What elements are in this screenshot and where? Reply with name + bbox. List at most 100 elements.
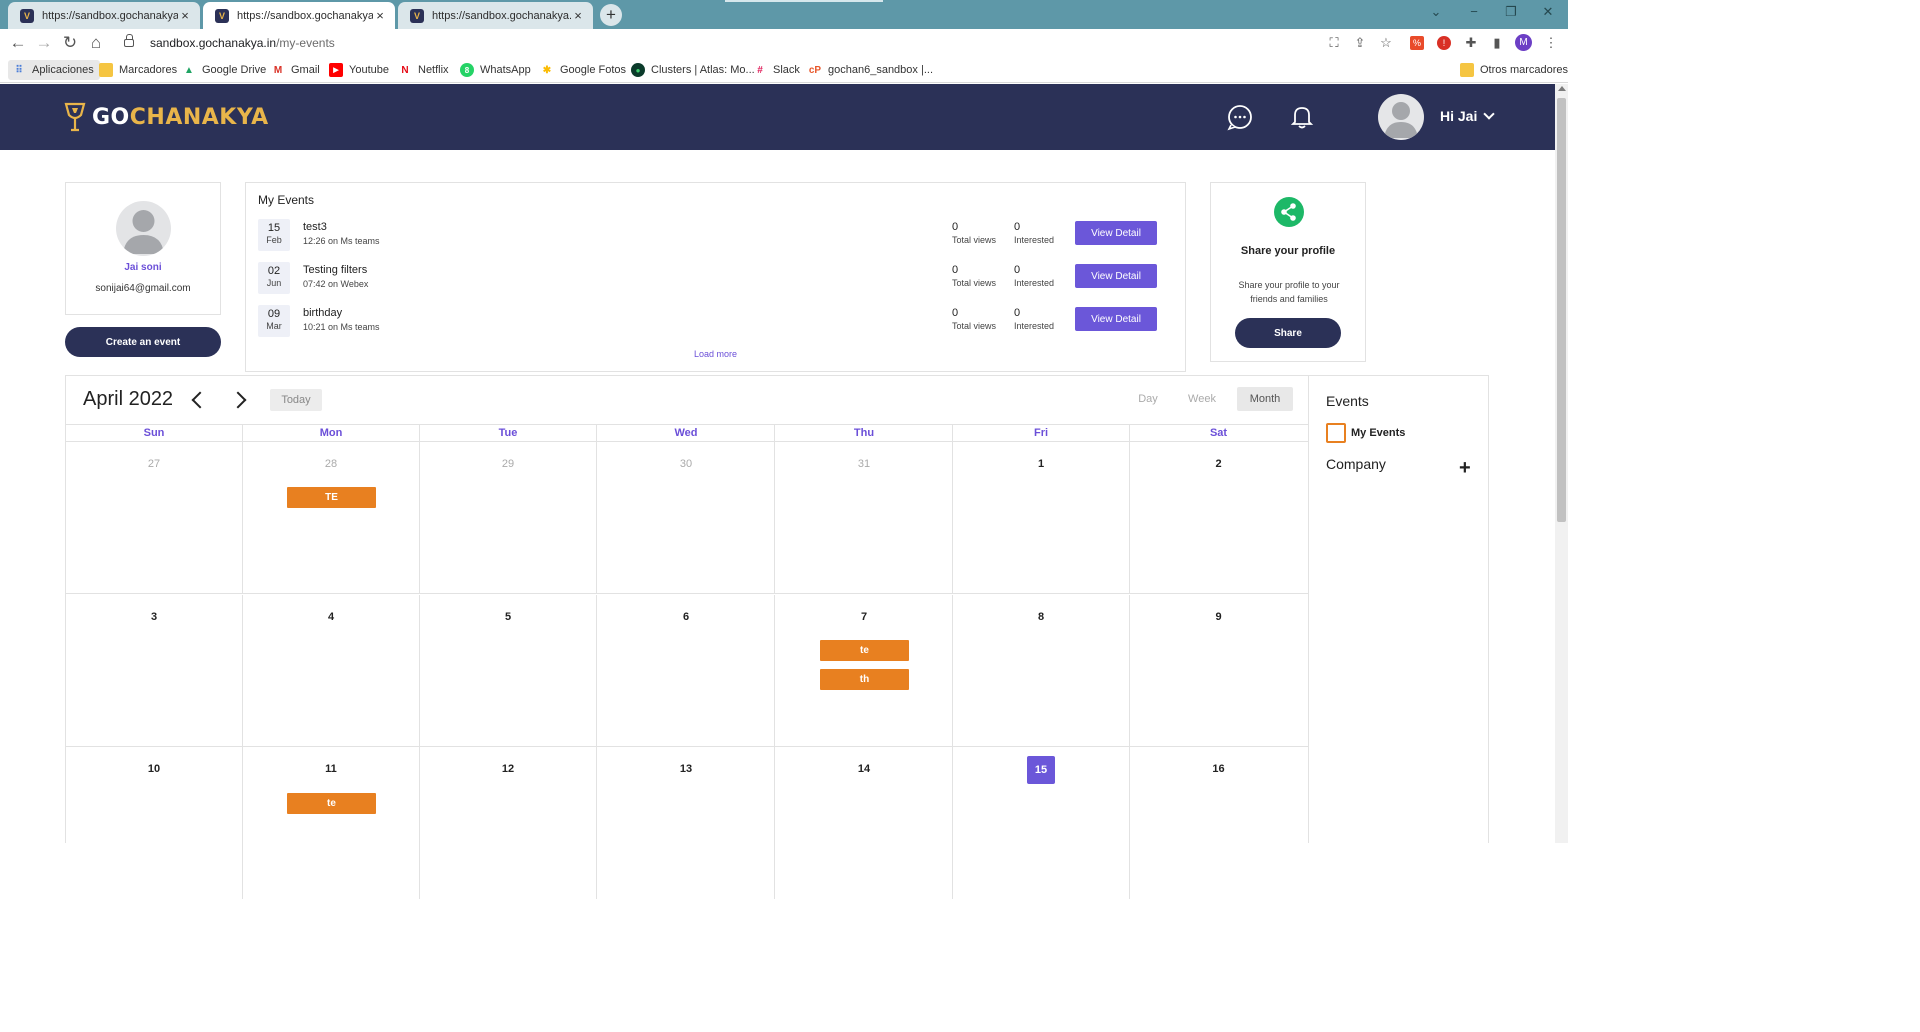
translate-icon[interactable]: ⛶ [1325, 34, 1343, 52]
user-menu-toggle[interactable]: Hi Jai [1440, 108, 1496, 124]
day-cell[interactable]: 12 [420, 747, 597, 899]
scrollbar-thumb[interactable] [1557, 98, 1566, 522]
day-cell[interactable]: 7 te th [776, 595, 953, 747]
scroll-up-arrow-icon[interactable] [1558, 86, 1566, 91]
bookmark-google-drive[interactable]: ▲ Google Drive [182, 62, 266, 78]
day-cell[interactable]: 9 [1130, 595, 1307, 747]
day-cell[interactable]: 11 te [243, 747, 420, 899]
bookmark-atlas[interactable]: ● Clusters | Atlas: Mo... [631, 62, 755, 78]
day-cell[interactable]: 6 [598, 595, 775, 747]
today-highlight: 15 [1027, 756, 1055, 784]
view-week-button[interactable]: Week [1182, 387, 1222, 411]
day-cell-today[interactable]: 15 [953, 747, 1130, 899]
side-panel-icon[interactable]: ▮ [1488, 34, 1506, 52]
profile-avatar [116, 201, 171, 256]
address-bar[interactable]: sandbox.gochanakya.in/my-events [114, 31, 1410, 55]
chat-bubble-icon[interactable] [1226, 103, 1254, 131]
close-icon[interactable]: × [373, 8, 387, 23]
view-detail-button[interactable]: View Detail [1075, 307, 1157, 331]
bookmark-whatsapp[interactable]: 8 WhatsApp [460, 62, 531, 78]
day-cell[interactable]: 31 [776, 442, 953, 594]
day-cell[interactable]: 10 [66, 747, 243, 899]
close-icon[interactable]: × [178, 8, 192, 23]
day-cell[interactable]: 4 [243, 595, 420, 747]
day-cell[interactable]: 14 [776, 747, 953, 899]
browser-tab-1[interactable]: V https://sandbox.gochanakya.in/m × [8, 2, 200, 29]
kebab-menu-icon[interactable]: ⋮ [1542, 34, 1560, 52]
calendar-event-chip[interactable]: TE [287, 487, 376, 508]
bookmark-gmail[interactable]: M Gmail [271, 62, 320, 78]
calendar-event-chip[interactable]: th [820, 669, 909, 690]
day-cell[interactable]: 28 TE [243, 442, 420, 594]
load-more-link[interactable]: Load more [246, 349, 1185, 359]
profile-card: Jai soni sonijai64@gmail.com [65, 182, 221, 315]
view-detail-button[interactable]: View Detail [1075, 221, 1157, 245]
day-cell[interactable]: 13 [598, 747, 775, 899]
view-day-button[interactable]: Day [1130, 387, 1166, 411]
share-button[interactable]: Share [1235, 318, 1341, 348]
maximize-icon[interactable]: ❐ [1501, 4, 1521, 20]
day-cell[interactable]: 30 [598, 442, 775, 594]
new-tab-button[interactable]: + [600, 4, 622, 26]
view-detail-button[interactable]: View Detail [1075, 264, 1157, 288]
forward-arrow-icon[interactable]: → [34, 33, 54, 53]
bookmark-gochan-sandbox[interactable]: cP gochan6_sandbox |... [808, 62, 933, 78]
today-button[interactable]: Today [270, 389, 322, 411]
bookmark-otros-marcadores[interactable]: Otros marcadores [1460, 62, 1568, 78]
share-page-icon[interactable]: ⇪ [1351, 34, 1369, 52]
my-events-title: My Events [258, 193, 315, 207]
home-icon[interactable]: ⌂ [86, 33, 106, 53]
bookmark-apps[interactable]: ⠿ Aplicaciones [8, 60, 100, 80]
tab-title: https://sandbox.gochanakya.in/w [432, 9, 571, 22]
close-icon[interactable]: × [571, 8, 585, 23]
minimize-icon[interactable]: − [1464, 4, 1484, 19]
page-scrollbar[interactable] [1555, 84, 1568, 843]
share-profile-card: Share your profile Share your profile to… [1210, 182, 1366, 362]
folder-icon [99, 63, 113, 77]
day-cell[interactable]: 3 [66, 595, 243, 747]
calendar-event-chip[interactable]: te [287, 793, 376, 814]
tabstrip-highlight [725, 0, 883, 2]
browser-tab-2[interactable]: V https://sandbox.gochanakya.in/m × [203, 2, 395, 29]
bell-icon[interactable] [1288, 103, 1316, 131]
chevron-right-icon[interactable] [229, 391, 247, 409]
create-event-button[interactable]: Create an event [65, 327, 221, 357]
bookmark-star-icon[interactable]: ☆ [1377, 34, 1395, 52]
chevron-left-icon[interactable] [191, 391, 209, 409]
day-cell[interactable]: 1 [953, 442, 1130, 594]
day-cell[interactable]: 16 [1130, 747, 1307, 899]
gochanakya-favicon: V [215, 8, 229, 23]
reload-icon[interactable]: ↻ [60, 33, 80, 53]
bookmark-google-fotos[interactable]: ✱ Google Fotos [540, 62, 626, 78]
add-company-plus-icon[interactable]: + [1459, 458, 1471, 478]
interested-label: Interested [1014, 235, 1055, 245]
user-avatar[interactable] [1378, 94, 1424, 140]
day-cell[interactable]: 29 [420, 442, 597, 594]
bookmark-slack[interactable]: # Slack [753, 62, 800, 78]
extension-coupon-icon[interactable]: % [1410, 36, 1424, 50]
profile-name[interactable]: Jai soni [66, 262, 220, 273]
bookmark-netflix[interactable]: N Netflix [398, 62, 448, 78]
window-close-icon[interactable]: ✕ [1538, 4, 1558, 20]
bookmark-marcadores[interactable]: Marcadores [99, 62, 177, 78]
my-events-card: My Events 15 Feb test3 12:26 on Ms teams… [245, 182, 1186, 372]
extension-shield-icon[interactable]: ! [1437, 36, 1451, 50]
bookmark-youtube[interactable]: ▶ Youtube [329, 62, 389, 78]
my-events-checkbox[interactable]: My Events [1326, 423, 1405, 443]
weekday-label: Tue [420, 425, 597, 443]
day-cell[interactable]: 2 [1130, 442, 1307, 594]
calendar-event-chip[interactable]: te [820, 640, 909, 661]
day-cell[interactable]: 8 [953, 595, 1130, 747]
browser-tab-3[interactable]: V https://sandbox.gochanakya.in/w × [398, 2, 593, 29]
day-cell[interactable]: 27 [66, 442, 243, 594]
back-arrow-icon[interactable]: ← [8, 33, 28, 53]
checkbox-icon[interactable] [1326, 423, 1346, 443]
bookmark-label: WhatsApp [480, 64, 531, 76]
brand-rest: CHANAKYA [129, 104, 269, 130]
puzzle-extensions-icon[interactable]: ✚ [1462, 34, 1480, 52]
profile-avatar-icon[interactable]: M [1515, 34, 1532, 51]
tab-search-icon[interactable]: ⌄ [1426, 4, 1446, 20]
brand-logo[interactable]: GOCHANAKYA [64, 101, 269, 133]
view-month-button[interactable]: Month [1237, 387, 1293, 411]
day-cell[interactable]: 5 [420, 595, 597, 747]
